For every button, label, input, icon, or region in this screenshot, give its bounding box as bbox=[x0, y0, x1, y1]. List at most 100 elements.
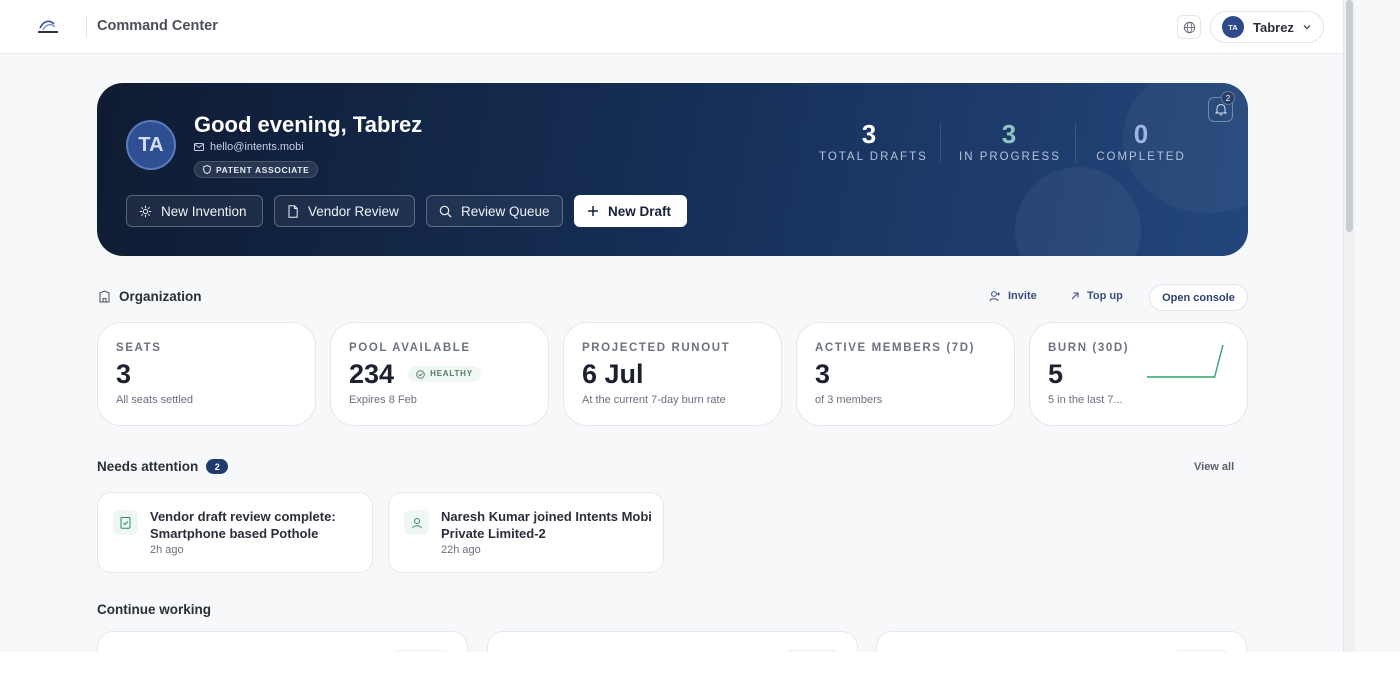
review-queue-button[interactable]: Review Queue bbox=[426, 195, 563, 227]
avatar: TA bbox=[126, 120, 176, 170]
metric-number: 5 bbox=[1048, 359, 1064, 389]
globe-icon bbox=[1183, 21, 1195, 33]
email-text: hello@intents.mobi bbox=[210, 141, 304, 153]
user-plus-icon bbox=[989, 291, 1000, 302]
top-up-label: Top up bbox=[1087, 290, 1123, 302]
vendor-review-button[interactable]: Vendor Review bbox=[274, 195, 415, 227]
attention-item-time: 2h ago bbox=[150, 544, 184, 556]
metric-number: 234 bbox=[349, 359, 395, 389]
metric-card-runout: PROJECTED RUNOUT 6 Jul At the current 7-… bbox=[563, 322, 782, 426]
metric-value: 3 bbox=[116, 359, 315, 389]
arrow-up-right-icon bbox=[1071, 292, 1079, 300]
avatar: TA bbox=[1222, 16, 1244, 38]
bell-icon bbox=[1214, 103, 1227, 116]
stat-label: IN PROGRESS bbox=[959, 151, 1061, 163]
section-title: Organization bbox=[119, 289, 202, 304]
notifications-badge: 2 bbox=[1221, 91, 1235, 105]
invite-link[interactable]: Invite bbox=[989, 290, 1037, 302]
greeting-heading: Good evening, Tabrez bbox=[194, 112, 423, 137]
attention-item-icon bbox=[404, 510, 429, 535]
shield-icon bbox=[203, 165, 211, 174]
mail-icon bbox=[194, 143, 204, 151]
stat-total-drafts: 3 TOTAL DRAFTS bbox=[819, 119, 928, 163]
metric-card-seats: SEATS 3 All seats settled bbox=[97, 322, 316, 426]
metric-number: 6 Jul bbox=[582, 359, 644, 389]
chevron-down-icon bbox=[1303, 25, 1311, 30]
scrollbar[interactable] bbox=[1343, 0, 1355, 652]
stat-label: COMPLETED bbox=[1096, 151, 1186, 163]
scrollbar-thumb[interactable] bbox=[1346, 0, 1353, 232]
welcome-banner: TA Good evening, Tabrez hello@intents.mo… bbox=[97, 83, 1248, 256]
attention-item-icon bbox=[113, 510, 138, 535]
metric-subtext: At the current 7-day burn rate bbox=[582, 394, 726, 406]
check-circle-icon bbox=[416, 369, 425, 379]
decorative-circle bbox=[1015, 167, 1141, 256]
stat-label: TOTAL DRAFTS bbox=[819, 151, 928, 163]
metric-card-pool: POOL AVAILABLE 234 HEALTHY Expires 8 Feb bbox=[330, 322, 549, 426]
open-console-button[interactable]: Open console bbox=[1149, 284, 1248, 311]
user-email: hello@intents.mobi bbox=[194, 141, 304, 153]
metric-label: POOL AVAILABLE bbox=[349, 342, 471, 354]
metric-value: 3 bbox=[815, 359, 1014, 389]
top-up-link[interactable]: Top up bbox=[1070, 290, 1123, 302]
button-label: New Invention bbox=[161, 203, 247, 219]
page-title: Command Center bbox=[97, 18, 218, 34]
button-label: Review Queue bbox=[461, 203, 550, 219]
role-text: PATENT ASSOCIATE bbox=[216, 164, 310, 175]
metric-subtext: of 3 members bbox=[815, 394, 883, 406]
stat-value: 3 bbox=[861, 119, 877, 149]
attention-item[interactable]: Naresh Kumar joined Intents Mobi Private… bbox=[388, 492, 664, 573]
stat-divider bbox=[940, 123, 941, 163]
stat-value: 3 bbox=[1001, 119, 1017, 149]
building-icon bbox=[99, 290, 110, 303]
sparkle-icon bbox=[139, 205, 152, 217]
user-menu[interactable]: TA Tabrez bbox=[1210, 11, 1324, 43]
organization-heading: Organization bbox=[98, 289, 202, 304]
stat-in-progress: 3 IN PROGRESS bbox=[959, 120, 1059, 163]
new-invention-button[interactable]: New Invention bbox=[126, 195, 263, 227]
status-badge: HEALTHY bbox=[408, 366, 481, 382]
stat-divider bbox=[1075, 123, 1076, 163]
metric-number: 3 bbox=[116, 359, 132, 389]
metric-value: 6 Jul bbox=[582, 359, 781, 389]
clipboard-check-icon bbox=[120, 517, 131, 529]
document-icon bbox=[288, 204, 298, 218]
status-text: HEALTHY bbox=[430, 369, 473, 378]
burn-sparkline bbox=[1147, 344, 1224, 378]
user-name: Tabrez bbox=[1253, 19, 1294, 35]
stat-value: 0 bbox=[1133, 119, 1149, 149]
needs-attention-heading: Needs attention 2 bbox=[97, 459, 229, 474]
metric-subtext: All seats settled bbox=[116, 394, 194, 406]
top-bar: Command Center TA Tabrez bbox=[0, 0, 1343, 54]
metric-subtext: Expires 8 Feb bbox=[349, 394, 417, 406]
metric-card-active-members: ACTIVE MEMBERS (7D) 3 of 3 members bbox=[796, 322, 1015, 426]
metric-value: 234 HEALTHY bbox=[349, 359, 548, 389]
stat-completed: 0 COMPLETED bbox=[1091, 120, 1191, 163]
section-title: Needs attention bbox=[97, 459, 199, 474]
invite-label: Invite bbox=[1008, 290, 1037, 302]
metric-number: 3 bbox=[815, 359, 831, 389]
brand-logo[interactable] bbox=[36, 18, 60, 36]
metric-label: ACTIVE MEMBERS (7D) bbox=[815, 342, 976, 354]
user-icon bbox=[411, 517, 422, 528]
role-badge: PATENT ASSOCIATE bbox=[194, 161, 319, 178]
plus-icon bbox=[588, 206, 598, 216]
count-badge: 2 bbox=[206, 459, 229, 474]
header-divider bbox=[86, 16, 87, 38]
button-label: Vendor Review bbox=[308, 203, 399, 219]
continue-working-heading: Continue working bbox=[97, 602, 211, 617]
language-button[interactable] bbox=[1177, 15, 1201, 39]
attention-item[interactable]: Vendor draft review complete: Smartphone… bbox=[97, 492, 373, 573]
metric-subtext: 5 in the last 7... bbox=[1048, 394, 1123, 406]
button-label: New Draft bbox=[608, 203, 672, 219]
attention-item-text: Naresh Kumar joined Intents Mobi Private… bbox=[441, 509, 652, 541]
attention-item-time: 22h ago bbox=[441, 544, 481, 556]
page-footer-area bbox=[0, 652, 1400, 675]
metric-card-burn: BURN (30D) 5 5 in the last 7... bbox=[1029, 322, 1248, 426]
new-draft-button[interactable]: New Draft bbox=[574, 195, 687, 227]
metric-label: PROJECTED RUNOUT bbox=[582, 342, 731, 354]
metric-label: SEATS bbox=[116, 342, 162, 354]
view-all-link[interactable]: View all bbox=[1194, 461, 1234, 473]
attention-item-text: Vendor draft review complete: Smartphone… bbox=[150, 509, 336, 541]
search-icon bbox=[439, 205, 452, 217]
